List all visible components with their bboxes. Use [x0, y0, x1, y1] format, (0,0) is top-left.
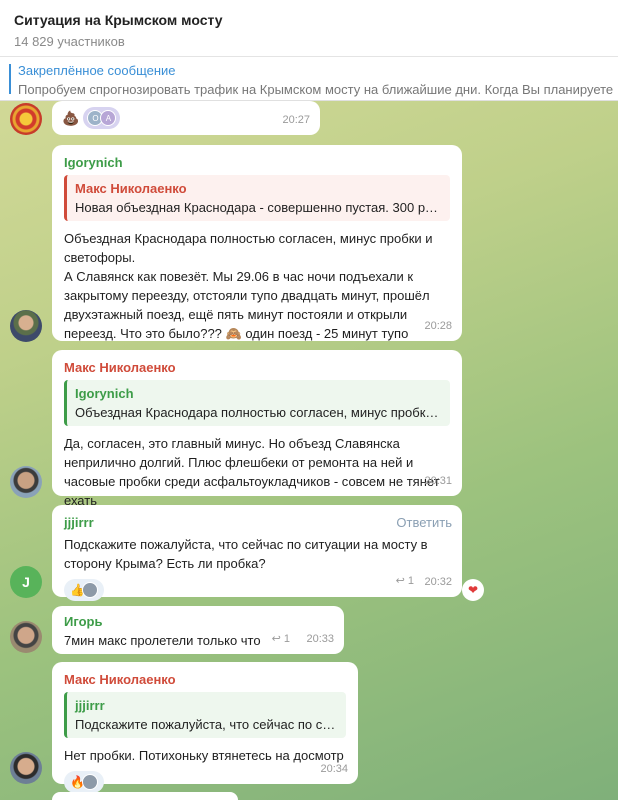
- reactions-row: 💩 О А: [62, 107, 310, 129]
- avatar: А: [100, 110, 117, 126]
- quote-author: Igorynich: [75, 386, 134, 401]
- quote-text: Объездная Краснодара полностью согласен,…: [75, 405, 442, 420]
- avatar[interactable]: [10, 466, 42, 498]
- reply-count[interactable]: ↩ 1: [272, 630, 290, 649]
- avatar: [81, 582, 98, 598]
- avatar[interactable]: [10, 310, 42, 342]
- avatar[interactable]: [10, 103, 42, 135]
- message-bubble[interactable]: Igorynich Макс Николаенко Новая объездна…: [52, 145, 462, 360]
- pinned-accent-bar: [9, 64, 11, 94]
- avatar: [81, 774, 98, 790]
- member-count: 14 829 участников: [14, 34, 125, 49]
- message-time: 20:31: [424, 475, 452, 487]
- message-text: Да, согласен, это главный минус. Но объе…: [64, 436, 440, 508]
- message-bubble[interactable]: jjjirrr Ответить Подскажите пожалуйста, …: [52, 505, 462, 601]
- message-time: 20:27: [282, 114, 310, 126]
- quote-text: Подскажите пожалуйста, что сейчас по сит…: [75, 717, 338, 732]
- pinned-title: Закреплённое сообщение: [18, 63, 176, 78]
- message-text: 7мин макс пролетели только что: [64, 633, 261, 648]
- message-bubble[interactable]: Макс Николаенко jjjirrr Подскажите пожал…: [52, 662, 358, 793]
- sender-name[interactable]: jjjirrr: [64, 513, 450, 532]
- message-text: Объездная Краснодара полностью согласен,…: [64, 231, 433, 360]
- quote-text: Новая объездная Краснодара - совершенно …: [75, 200, 442, 215]
- reply-arrow-icon: ↩: [271, 633, 281, 645]
- message-bubble[interactable]: Макс Николаенко Igorynich Объездная Крас…: [52, 350, 462, 508]
- avatar-letter: J: [22, 574, 30, 590]
- message-bubble[interactable]: [52, 792, 238, 800]
- pinned-text: Попробуем спрогнозировать трафик на Крым…: [18, 82, 614, 97]
- sender-name[interactable]: Макс Николаенко: [64, 670, 346, 689]
- quote-author: jjjirrr: [75, 698, 105, 713]
- reactions-row: 👍: [64, 579, 450, 601]
- avatar[interactable]: J: [10, 566, 42, 598]
- message-text: Нет пробки. Потихоньку втянетесь на досм…: [64, 748, 344, 763]
- avatar[interactable]: [10, 621, 42, 653]
- message-time: 20:33: [306, 633, 334, 645]
- pinned-message-bar[interactable]: Закреплённое сообщение Попробуем спрогно…: [0, 57, 618, 101]
- quoted-message[interactable]: Макс Николаенко Новая объездная Краснода…: [64, 175, 450, 221]
- reaction-chip[interactable]: 🔥: [64, 771, 104, 793]
- reactions-row: 🔥: [64, 771, 346, 793]
- chat-title: Ситуация на Крымском мосту: [14, 12, 223, 28]
- message-time: 20:34: [320, 763, 348, 775]
- sender-name[interactable]: Igorynich: [64, 153, 450, 172]
- message-bubble[interactable]: Игорь 7мин макс пролетели только что ↩ 1…: [52, 606, 344, 654]
- quoted-message[interactable]: Igorynich Объездная Краснодара полностью…: [64, 380, 450, 426]
- sender-name[interactable]: Игорь: [64, 612, 332, 631]
- quote-author: Макс Николаенко: [75, 181, 187, 196]
- reaction-chip[interactable]: О А: [83, 107, 121, 129]
- reply-count[interactable]: ↩ 1: [396, 572, 414, 591]
- quoted-message[interactable]: jjjirrr Подскажите пожалуйста, что сейча…: [64, 692, 346, 738]
- reply-count-value: 1: [407, 575, 414, 587]
- heart-icon[interactable]: ❤: [462, 579, 484, 601]
- message-text: Подскажите пожалуйста, что сейчас по сит…: [64, 537, 428, 571]
- message-time: 20:28: [424, 320, 452, 332]
- reply-button[interactable]: Ответить: [396, 513, 452, 532]
- chat-header[interactable]: Ситуация на Крымском мосту 14 829 участн…: [0, 0, 618, 57]
- avatar[interactable]: [10, 752, 42, 784]
- poop-emoji-icon[interactable]: 💩: [62, 109, 79, 128]
- message-time: 20:32: [424, 576, 452, 588]
- reaction-chip[interactable]: 👍: [64, 579, 104, 601]
- reply-arrow-icon: ↩: [395, 575, 405, 587]
- sender-name[interactable]: Макс Николаенко: [64, 358, 450, 377]
- message-bubble[interactable]: 💩 О А 20:27: [52, 101, 320, 135]
- reply-count-value: 1: [283, 633, 290, 645]
